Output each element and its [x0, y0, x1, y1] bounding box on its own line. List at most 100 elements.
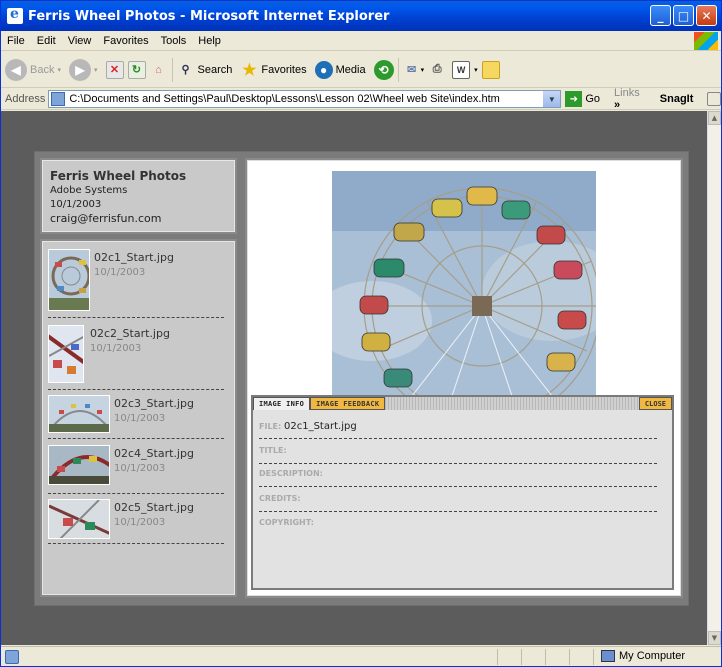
credits-label: CREDITS: [259, 494, 301, 503]
chevron-down-icon[interactable]: ▼ [543, 91, 561, 107]
home-icon[interactable]: ⌂ [150, 61, 168, 79]
page-icon [51, 92, 66, 106]
thumbnail-date: 10/1/2003 [114, 413, 166, 424]
thumbnail-filename: 02c3_Start.jpg [114, 397, 194, 410]
links-chevron: » [614, 99, 621, 111]
back-icon: ◀ [5, 58, 27, 81]
maximize-icon: □ [677, 8, 690, 23]
stop-icon[interactable]: ✕ [105, 60, 124, 79]
gallery-title: Ferris Wheel Photos [50, 169, 187, 183]
file-value: 02c1_Start.jpg [284, 421, 357, 432]
links-label[interactable]: Links » [614, 87, 648, 111]
thumbnail-date: 10/1/2003 [94, 267, 146, 278]
status-bar: My Computer [1, 646, 721, 666]
page-icon-right[interactable] [707, 92, 721, 106]
list-item[interactable]: 02c2_Start.jpg 10/1/2003 [48, 325, 228, 391]
menu-favorites[interactable]: Favorites [103, 35, 148, 47]
go-icon: ➜ [565, 91, 583, 107]
tab-image-info[interactable]: IMAGE INFO [253, 397, 311, 410]
credits-field: CREDITS: [259, 494, 657, 512]
back-label: Back [30, 63, 55, 76]
mail-icon[interactable]: ✉ [403, 61, 421, 79]
scroll-up-icon[interactable]: ▲ [708, 111, 721, 125]
thumbnail-filename: 02c4_Start.jpg [114, 447, 194, 460]
search-button[interactable]: ⚲ Search [177, 61, 233, 79]
print-icon[interactable]: ⎙ [428, 61, 446, 79]
list-item[interactable]: 02c3_Start.jpg 10/1/2003 [48, 395, 228, 441]
thumbnail-filename: 02c5_Start.jpg [114, 501, 194, 514]
edit-icon[interactable]: W [452, 60, 471, 79]
zone-label: My Computer [619, 650, 686, 662]
menu-help[interactable]: Help [198, 35, 221, 47]
forward-icon: ▶ [68, 58, 91, 81]
favorites-label: Favorites [261, 63, 307, 76]
copyright-field: COPYRIGHT: [259, 518, 657, 536]
title-field: TITLE: [259, 446, 657, 464]
go-label: Go [585, 93, 601, 105]
close-icon: ✕ [701, 8, 712, 23]
list-item[interactable]: 02c1_Start.jpg 10/1/2003 [48, 249, 228, 321]
menu-file[interactable]: File [7, 35, 25, 47]
forward-button[interactable]: ▶ ▾ [68, 58, 98, 81]
computer-icon [601, 650, 615, 662]
gallery-info-panel: Ferris Wheel Photos Adobe Systems 10/1/2… [40, 158, 237, 234]
file-field: FILE: 02c1_Start.jpg [259, 421, 657, 439]
ie-icon [7, 6, 23, 24]
favorites-icon: ★ [242, 61, 257, 79]
go-button[interactable]: ➜ Go [565, 91, 600, 107]
folder-icon[interactable] [481, 60, 500, 79]
standard-toolbar: ◀ Back ▾ ▶ ▾ ✕ ↻ ⌂ ⚲ Search ★ Favorites … [1, 52, 721, 88]
media-button[interactable]: ● Media [314, 60, 366, 79]
refresh-icon[interactable]: ↻ [127, 60, 146, 79]
description-field: DESCRIPTION: [259, 469, 657, 487]
address-label: Address [5, 93, 46, 105]
thumbnail-date: 10/1/2003 [114, 517, 166, 528]
menu-edit[interactable]: Edit [37, 35, 56, 47]
snagit-button[interactable]: SnagIt [660, 93, 694, 105]
close-window-button[interactable]: ✕ [696, 5, 717, 26]
address-input[interactable]: C:\Documents and Settings\Paul\Desktop\L… [48, 90, 562, 108]
windows-logo-icon [694, 32, 718, 50]
info-tabs: IMAGE INFO IMAGE FEEDBACK CLOSE [253, 397, 672, 410]
thumbnail-image[interactable] [48, 445, 110, 485]
thumbnail-image[interactable] [48, 395, 110, 433]
maximize-button[interactable]: □ [673, 5, 694, 26]
scroll-down-icon[interactable]: ▼ [708, 631, 721, 645]
tab-image-feedback[interactable]: IMAGE FEEDBACK [310, 397, 386, 410]
history-icon[interactable]: ⟲ [373, 59, 394, 80]
address-value: C:\Documents and Settings\Paul\Desktop\L… [69, 93, 500, 105]
gallery-date: 10/1/2003 [50, 199, 102, 210]
menu-tools[interactable]: Tools [161, 35, 187, 47]
page-status-icon [5, 649, 19, 664]
copyright-label: COPYRIGHT: [259, 518, 314, 527]
image-info-box: IMAGE INFO IMAGE FEEDBACK CLOSE FILE: 02… [251, 395, 674, 590]
media-label: Media [335, 63, 366, 76]
security-zone: My Computer [601, 650, 685, 662]
ferris-wheel-photo [332, 171, 596, 396]
minimize-icon: _ [657, 8, 664, 23]
back-button[interactable]: ◀ Back ▾ [5, 58, 61, 81]
file-label: FILE: [259, 422, 282, 431]
close-button[interactable]: CLOSE [638, 397, 672, 410]
vertical-scrollbar[interactable]: ▲ ▼ [707, 111, 721, 645]
favorites-button[interactable]: ★ Favorites [240, 61, 306, 79]
thumbnail-date: 10/1/2003 [90, 343, 142, 354]
menu-bar: File Edit View Favorites Tools Help [1, 31, 721, 51]
list-item[interactable]: 02c5_Start.jpg 10/1/2003 [48, 499, 228, 549]
browser-window: Ferris Wheel Photos - Microsoft Internet… [0, 0, 722, 667]
thumbnail-image[interactable] [48, 249, 90, 311]
thumbnail-image[interactable] [48, 499, 110, 539]
thumbnail-image[interactable] [48, 325, 84, 383]
gallery-company: Adobe Systems [50, 185, 128, 196]
list-item[interactable]: 02c4_Start.jpg 10/1/2003 [48, 445, 228, 495]
menu-view[interactable]: View [68, 35, 92, 47]
gallery-email[interactable]: craig@ferrisfun.com [50, 212, 227, 226]
search-label: Search [197, 63, 233, 76]
thumbnail-filename: 02c1_Start.jpg [94, 251, 174, 264]
minimize-button[interactable]: _ [650, 5, 671, 26]
thumbnail-date: 10/1/2003 [114, 463, 166, 474]
media-icon: ● [314, 60, 333, 79]
title-bar: Ferris Wheel Photos - Microsoft Internet… [1, 1, 721, 31]
title-label: TITLE: [259, 446, 287, 455]
thumbnail-list: 02c1_Start.jpg 10/1/2003 02c2_Start.jpg … [40, 239, 237, 597]
